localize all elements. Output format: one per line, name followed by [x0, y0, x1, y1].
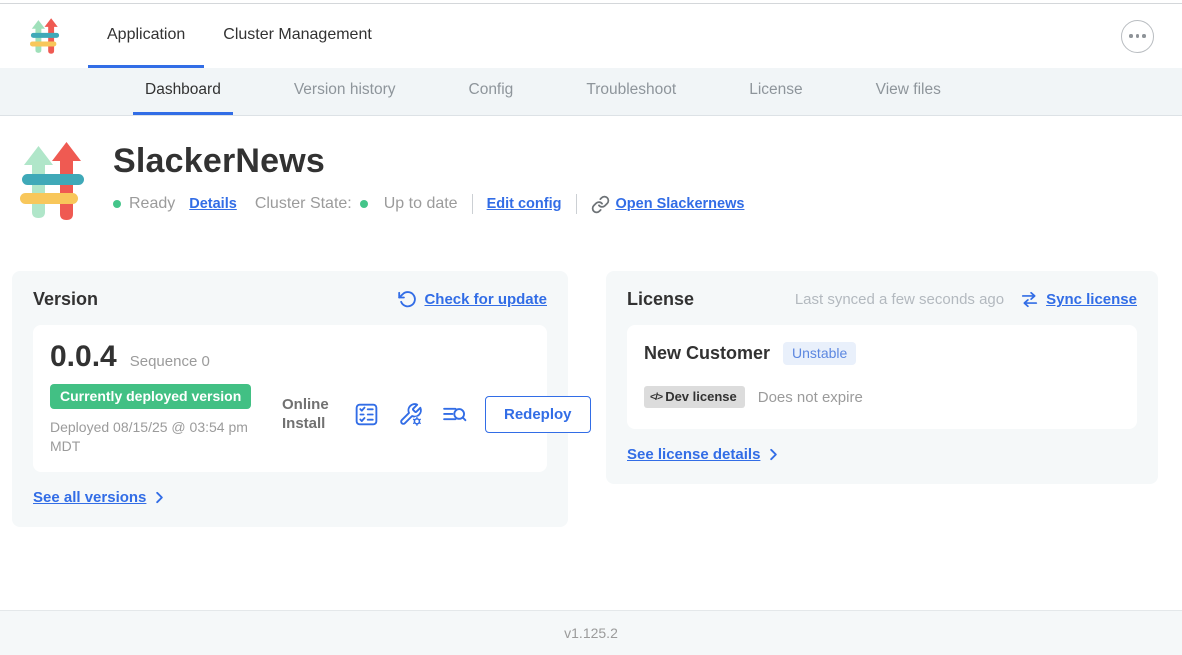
install-type-label: Online Install [282, 396, 336, 434]
dashboard-cards: Version Check for update 0.0.4 Sequence … [0, 227, 1182, 527]
license-expiry-text: Does not expire [758, 389, 863, 406]
subnav-item-version-history[interactable]: Version history [282, 68, 408, 115]
redeploy-button[interactable]: Redeploy [485, 396, 591, 433]
cluster-state-text: Up to date [384, 195, 458, 213]
channel-badge: Unstable [783, 342, 856, 365]
view-logs-icon[interactable] [441, 401, 468, 428]
sync-arrows-icon [1020, 290, 1039, 309]
subnav-item-troubleshoot[interactable]: Troubleshoot [574, 68, 688, 115]
refresh-icon [398, 290, 417, 309]
cluster-state-label: Cluster State: [255, 195, 352, 213]
cluster-state-dot [360, 200, 368, 208]
app-status-row: Ready Details Cluster State: Up to date … [113, 194, 744, 214]
license-panel: New Customer Unstable </> Dev license Do… [627, 325, 1137, 429]
sync-license-link[interactable]: Sync license [1046, 291, 1137, 308]
app-subnav: Dashboard Version history Config Trouble… [0, 68, 1182, 116]
app-status-text: Ready [129, 195, 175, 213]
dashboard-main: SlackerNews Ready Details Cluster State:… [0, 116, 1182, 610]
subnav-item-config[interactable]: Config [457, 68, 526, 115]
open-slackernews-link[interactable]: Open Slackernews [616, 196, 745, 212]
subnav-item-license[interactable]: License [737, 68, 814, 115]
app-header-section: SlackerNews Ready Details Cluster State:… [0, 116, 1182, 227]
check-for-update-link[interactable]: Check for update [424, 291, 547, 308]
code-icon: </> [650, 391, 662, 403]
tab-cluster-management[interactable]: Cluster Management [204, 4, 391, 68]
license-card: License Last synced a few seconds ago Sy… [606, 271, 1158, 484]
edit-config-link[interactable]: Edit config [487, 196, 562, 212]
see-all-versions-link[interactable]: See all versions [33, 489, 146, 506]
deployed-timestamp: Deployed 08/15/25 @ 03:54 pm MDT [50, 418, 268, 456]
divider [576, 194, 577, 214]
chain-link-icon [591, 195, 610, 214]
ellipsis-icon [1129, 34, 1133, 38]
preflight-checks-icon[interactable] [353, 401, 380, 428]
license-type-text: Dev license [665, 389, 737, 404]
see-license-details-link[interactable]: See license details [627, 446, 760, 463]
deployed-badge: Currently deployed version [50, 384, 251, 409]
divider [472, 194, 473, 214]
license-card-title: License [627, 289, 694, 310]
current-version-panel: 0.0.4 Sequence 0 Currently deployed vers… [33, 325, 547, 472]
chevron-right-icon [766, 447, 781, 462]
top-navbar: Application Cluster Management [0, 4, 1182, 68]
wrench-config-icon[interactable] [397, 401, 424, 428]
console-version: v1.125.2 [564, 625, 618, 641]
tab-application[interactable]: Application [88, 4, 204, 68]
customer-name: New Customer [644, 343, 770, 364]
last-synced-text: Last synced a few seconds ago [795, 291, 1004, 308]
app-status-dot [113, 200, 121, 208]
app-logo-link[interactable] [30, 4, 60, 68]
version-card: Version Check for update 0.0.4 Sequence … [12, 271, 568, 527]
app-icon [20, 140, 86, 227]
more-menu-button[interactable] [1121, 20, 1154, 53]
license-type-badge: </> Dev license [644, 386, 745, 408]
version-card-title: Version [33, 289, 98, 310]
details-link[interactable]: Details [189, 196, 237, 212]
console-footer: v1.125.2 [0, 610, 1182, 655]
subnav-item-view-files[interactable]: View files [864, 68, 953, 115]
version-number: 0.0.4 [50, 340, 117, 374]
slackernews-logo-icon [30, 17, 60, 55]
top-tabs: Application Cluster Management [88, 4, 391, 68]
version-sequence: Sequence 0 [130, 353, 210, 370]
page-title: SlackerNews [113, 142, 744, 181]
subnav-item-dashboard[interactable]: Dashboard [133, 68, 233, 115]
chevron-right-icon [152, 490, 167, 505]
